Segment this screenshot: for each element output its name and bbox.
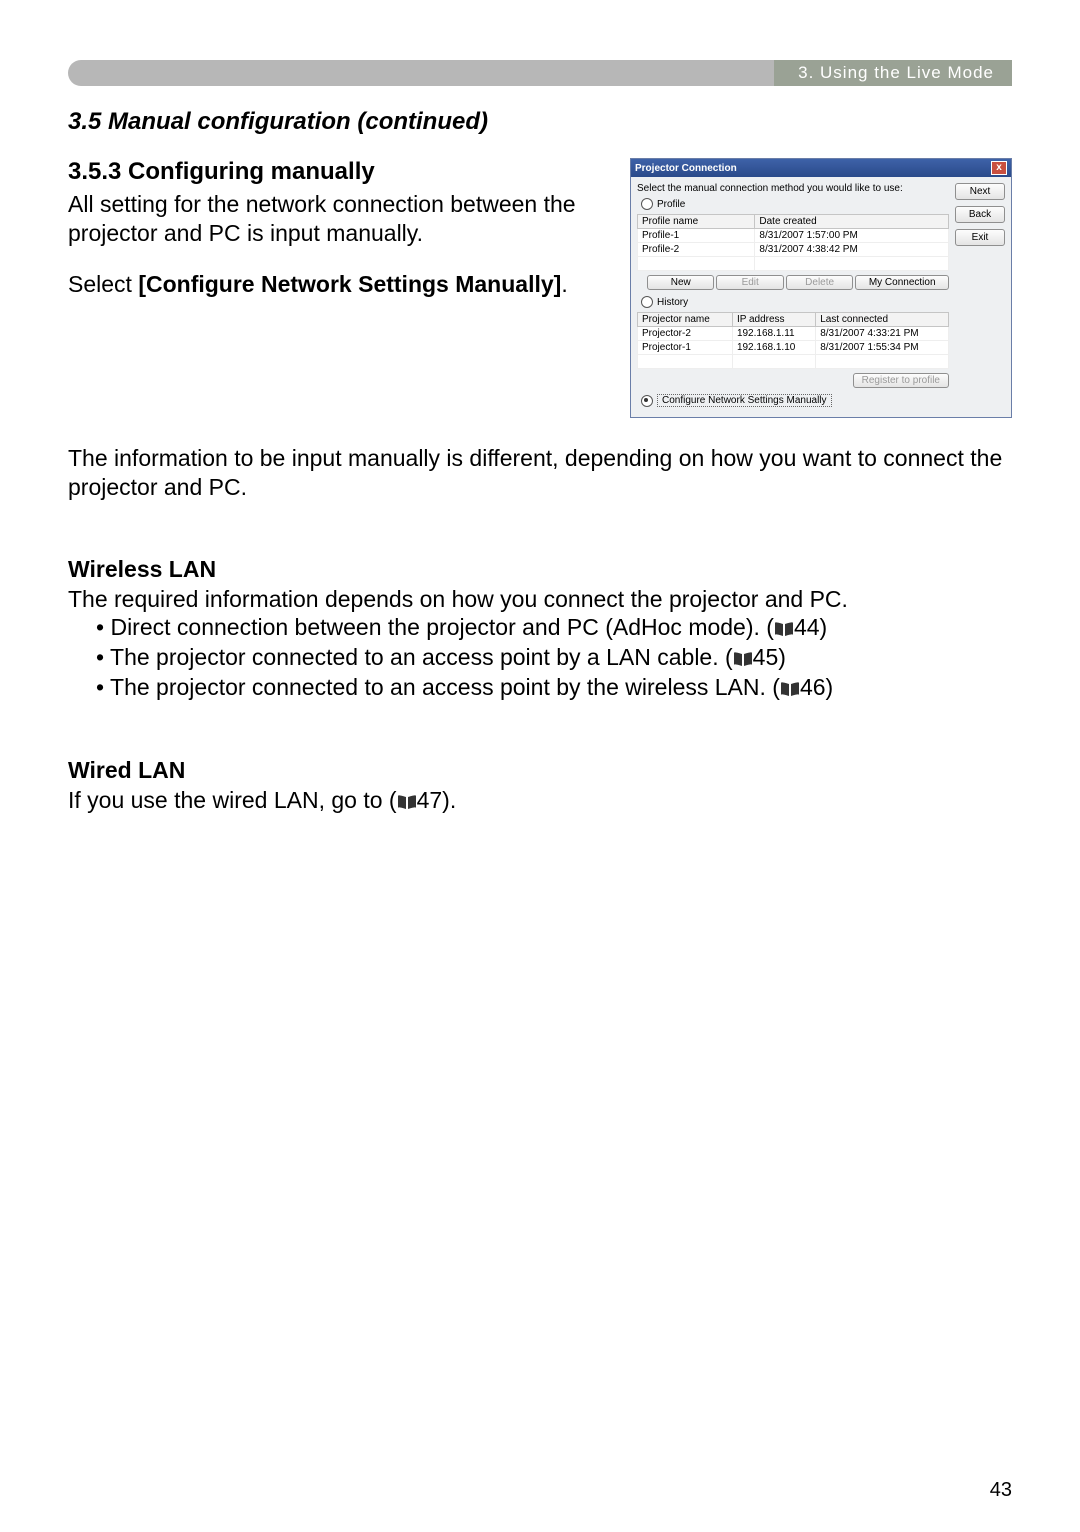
page-ref: 45 [753,644,779,670]
my-connection-button[interactable]: My Connection [855,275,949,290]
history-th-name: Projector name [638,313,733,327]
dialog-body: Select the manual connection method you … [631,177,1011,417]
register-to-profile-button[interactable]: Register to profile [853,373,949,388]
book-icon [733,651,753,667]
bullet-item: The projector connected to an access poi… [96,643,1012,673]
wired-text-a: If you use the wired LAN, go to ( [68,787,397,813]
profile-table: Profile name Date created Profile-1 8/31… [637,214,949,271]
history-th-ip: IP address [732,313,815,327]
subsection-title: 3.5.3 Configuring manually [68,158,610,186]
cell: 8/31/2007 1:57:00 PM [755,229,949,243]
close-icon[interactable]: x [991,161,1007,175]
wired-lan-heading: Wired LAN [68,757,1012,784]
table-row[interactable]: Profile-2 8/31/2007 4:38:42 PM [638,243,949,257]
register-row: Register to profile [637,373,949,388]
cell: 192.168.1.11 [732,327,815,341]
new-button[interactable]: New [647,275,714,290]
table-row[interactable]: Projector-2 192.168.1.11 8/31/2007 4:33:… [638,327,949,341]
edit-button[interactable]: Edit [716,275,783,290]
intro-p2-c: . [561,271,567,297]
dialog-prompt: Select the manual connection method you … [637,183,949,194]
radio-profile[interactable] [641,198,653,210]
book-icon [397,794,417,810]
profile-button-row: New Edit Delete My Connection [647,275,949,290]
radio-history[interactable] [641,296,653,308]
dialog-side-buttons: Next Back Exit [955,183,1005,411]
intro-row: 3.5.3 Configuring manually All setting f… [68,158,1012,418]
dialog-titlebar: Projector Connection x [631,159,1011,177]
wireless-bullets: Direct connection between the projector … [68,613,1012,703]
back-button[interactable]: Back [955,206,1005,223]
bullet-item: The projector connected to an access poi… [96,673,1012,703]
cell: 8/31/2007 1:55:34 PM [816,341,949,355]
exit-button[interactable]: Exit [955,229,1005,246]
table-row[interactable]: Projector-1 192.168.1.10 8/31/2007 1:55:… [638,341,949,355]
bullet-text-end: ) [826,674,834,700]
bullet-text: The projector connected to an access poi… [110,674,780,700]
bullet-item: Direct connection between the projector … [96,613,1012,643]
cell: Projector-2 [638,327,733,341]
intro-p2-bold: [Configure Network Settings Manually] [138,271,561,297]
history-table: Projector name IP address Last connected… [637,312,949,369]
cell: 8/31/2007 4:33:21 PM [816,327,949,341]
bullet-text: Direct connection between the projector … [110,614,774,640]
next-button[interactable]: Next [955,183,1005,200]
radio-manual[interactable] [641,395,653,407]
radio-profile-row[interactable]: Profile [641,198,949,210]
bullet-text-end: ) [778,644,786,670]
book-icon [774,621,794,637]
wireless-intro: The required information depends on how … [68,585,1012,614]
cell: Projector-1 [638,341,733,355]
profile-th-name: Profile name [638,215,755,229]
book-icon [780,681,800,697]
header-bar: 3. Using the Live Mode [68,60,1012,86]
radio-profile-label: Profile [657,199,685,210]
info-paragraph: The information to be input manually is … [68,444,1012,502]
cell: Profile-1 [638,229,755,243]
radio-manual-label: Configure Network Settings Manually [657,394,832,407]
page-number: 43 [990,1479,1012,1502]
page-ref: 46 [800,674,826,700]
page-ref: 44 [794,614,820,640]
chapter-label: 3. Using the Live Mode [774,60,1012,86]
section-title: 3.5 Manual configuration (continued) [68,108,1012,136]
radio-manual-row[interactable]: Configure Network Settings Manually [641,394,949,407]
cell: 192.168.1.10 [732,341,815,355]
dialog-main: Select the manual connection method you … [637,183,949,411]
bullet-text-end: ) [820,614,828,640]
radio-history-label: History [657,297,688,308]
intro-p2-a: Select [68,271,138,297]
projector-connection-dialog: Projector Connection x Select the manual… [630,158,1012,418]
dialog-title-text: Projector Connection [635,163,737,174]
intro-left: 3.5.3 Configuring manually All setting f… [68,158,610,298]
page-ref: 47 [417,787,443,813]
history-th-date: Last connected [816,313,949,327]
delete-button[interactable]: Delete [786,275,853,290]
wired-text: If you use the wired LAN, go to ( 47). [68,786,1012,815]
page-container: 3. Using the Live Mode 3.5 Manual config… [0,0,1080,1532]
profile-th-date: Date created [755,215,949,229]
radio-history-row[interactable]: History [641,296,949,308]
cell: Profile-2 [638,243,755,257]
intro-p1: All setting for the network connection b… [68,190,610,248]
cell: 8/31/2007 4:38:42 PM [755,243,949,257]
intro-p2: Select [Configure Network Settings Manua… [68,270,610,299]
wireless-lan-heading: Wireless LAN [68,556,1012,583]
wired-text-b: ). [442,787,456,813]
bullet-text: The projector connected to an access poi… [110,644,733,670]
table-row[interactable]: Profile-1 8/31/2007 1:57:00 PM [638,229,949,243]
